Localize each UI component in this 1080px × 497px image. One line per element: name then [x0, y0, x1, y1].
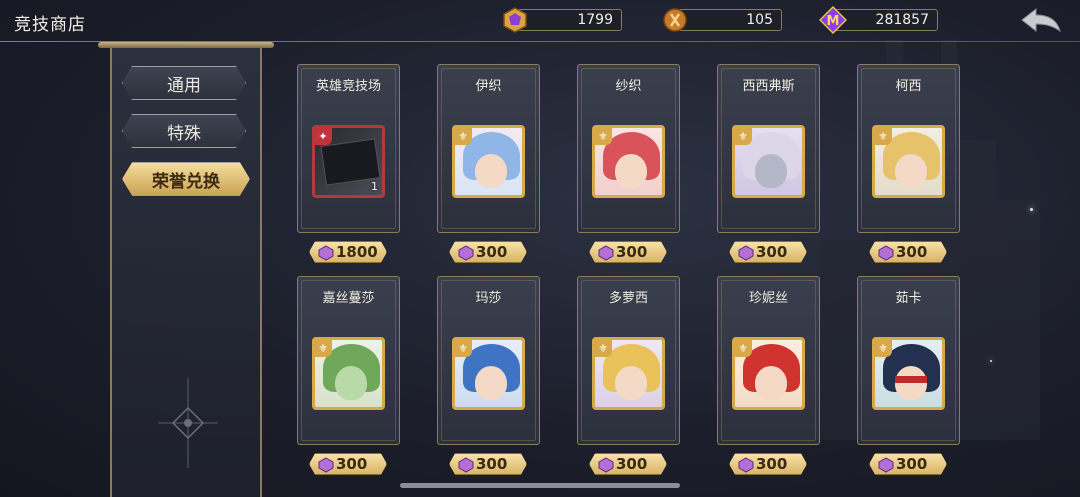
- category-sidebar: 通用 特殊 荣誉兑换: [98, 42, 274, 497]
- arena-medal-icon: [663, 8, 687, 32]
- price-tag[interactable]: 300: [729, 453, 807, 475]
- price-value: 1800: [336, 243, 378, 261]
- item-card[interactable]: 柯西 ⚜: [857, 64, 960, 233]
- honor-gem-icon: [878, 457, 894, 473]
- price-value: 300: [616, 243, 648, 261]
- price-value: 300: [476, 455, 508, 473]
- item-card[interactable]: 伊织 ⚜: [437, 64, 540, 233]
- hero-shard-icon: ⚜: [315, 340, 332, 357]
- honor-gem-icon: [598, 245, 614, 261]
- honor-gem-icon: [878, 245, 894, 261]
- m-coin-counter[interactable]: M 281857: [819, 6, 938, 34]
- item-name: 嘉丝蔓莎: [322, 291, 375, 306]
- honor-gem-icon: [598, 457, 614, 473]
- price-tag[interactable]: 300: [449, 241, 527, 263]
- hero-shard-icon: ⚜: [595, 340, 612, 357]
- medal-currency-value: 105: [746, 12, 773, 28]
- arena-ticket-icon: ✦: [315, 128, 332, 145]
- honor-currency-value: 1799: [577, 12, 613, 28]
- hero-portrait: ⚜: [872, 125, 945, 198]
- item-name: 西西弗斯: [742, 79, 795, 94]
- item-card[interactable]: 纱织 ⚜: [577, 64, 680, 233]
- price-value: 300: [616, 455, 648, 473]
- price-value: 300: [756, 455, 788, 473]
- price-tag[interactable]: 300: [309, 453, 387, 475]
- price-value: 300: [336, 455, 368, 473]
- hero-shard-icon: ⚜: [875, 128, 892, 145]
- item-card[interactable]: 茹卡 ⚜: [857, 276, 960, 445]
- tab-honor-exchange[interactable]: 荣誉兑换: [122, 162, 250, 196]
- back-arrow-icon[interactable]: [1020, 7, 1062, 33]
- honor-gem-icon: [503, 7, 527, 33]
- m-coin-value: 281857: [875, 12, 929, 28]
- hero-shard-icon: ⚜: [595, 128, 612, 145]
- banner-rod: [98, 42, 274, 48]
- item-name: 纱织: [615, 79, 642, 94]
- item-name: 柯西: [895, 79, 922, 94]
- hero-shard-icon: ⚜: [875, 340, 892, 357]
- hero-shard-icon: ⚜: [455, 340, 472, 357]
- star-decoration: [1030, 208, 1033, 211]
- price-tag[interactable]: 300: [589, 453, 667, 475]
- hero-portrait: ⚜: [592, 337, 665, 410]
- item-name: 多萝西: [608, 291, 648, 306]
- svg-text:M: M: [827, 14, 840, 29]
- honor-gem-icon: [458, 245, 474, 261]
- hero-portrait: ⚜: [452, 125, 525, 198]
- item-name: 茹卡: [895, 291, 922, 306]
- honor-gem-icon: [318, 457, 334, 473]
- medal-currency-counter[interactable]: 105: [663, 8, 782, 32]
- page-title: 竞技商店: [14, 15, 86, 35]
- hero-portrait: ⚜: [312, 337, 385, 410]
- hero-portrait: ⚜: [732, 125, 805, 198]
- hero-portrait: ⚜: [732, 337, 805, 410]
- hero-portrait: ⚜: [872, 337, 945, 410]
- item-name: 伊织: [475, 79, 502, 94]
- banner-ornament: [158, 378, 218, 468]
- item-name: 玛莎: [475, 291, 502, 306]
- item-portrait: ✦ 1: [312, 125, 385, 198]
- price-value: 300: [756, 243, 788, 261]
- hero-shard-icon: ⚜: [735, 128, 752, 145]
- price-tag[interactable]: 300: [589, 241, 667, 263]
- hero-shard-icon: ⚜: [455, 128, 472, 145]
- price-tag[interactable]: 300: [449, 453, 527, 475]
- price-value: 300: [896, 243, 928, 261]
- item-card[interactable]: 多萝西 ⚜: [577, 276, 680, 445]
- tab-general[interactable]: 通用: [122, 66, 246, 100]
- item-card[interactable]: 玛莎 ⚜: [437, 276, 540, 445]
- item-card[interactable]: 英雄竞技场 ✦ 1: [297, 64, 400, 233]
- price-tag[interactable]: 300: [729, 241, 807, 263]
- horizontal-scrollbar[interactable]: [400, 483, 680, 488]
- honor-currency-counter[interactable]: 1799: [503, 7, 622, 33]
- price-value: 300: [896, 455, 928, 473]
- item-name: 英雄竞技场: [315, 79, 381, 94]
- honor-gem-icon: [318, 245, 334, 261]
- item-name: 珍妮丝: [748, 291, 788, 306]
- honor-gem-icon: [738, 245, 754, 261]
- price-tag[interactable]: 300: [869, 453, 947, 475]
- tab-special[interactable]: 特殊: [122, 114, 246, 148]
- m-coin-icon: M: [819, 6, 847, 34]
- item-card[interactable]: 西西弗斯 ⚜: [717, 64, 820, 233]
- price-tag[interactable]: 300: [869, 241, 947, 263]
- honor-gem-icon: [458, 457, 474, 473]
- item-count: 1: [371, 180, 378, 193]
- star-decoration: [990, 360, 992, 362]
- top-bar: 竞技商店 1799 105 M 281857: [0, 0, 1080, 42]
- hero-portrait: ⚜: [452, 337, 525, 410]
- honor-gem-icon: [738, 457, 754, 473]
- item-card[interactable]: 嘉丝蔓莎 ⚜: [297, 276, 400, 445]
- hero-portrait: ⚜: [592, 125, 665, 198]
- price-tag[interactable]: 1800: [309, 241, 387, 263]
- item-card[interactable]: 珍妮丝 ⚜: [717, 276, 820, 445]
- hero-shard-icon: ⚜: [735, 340, 752, 357]
- price-value: 300: [476, 243, 508, 261]
